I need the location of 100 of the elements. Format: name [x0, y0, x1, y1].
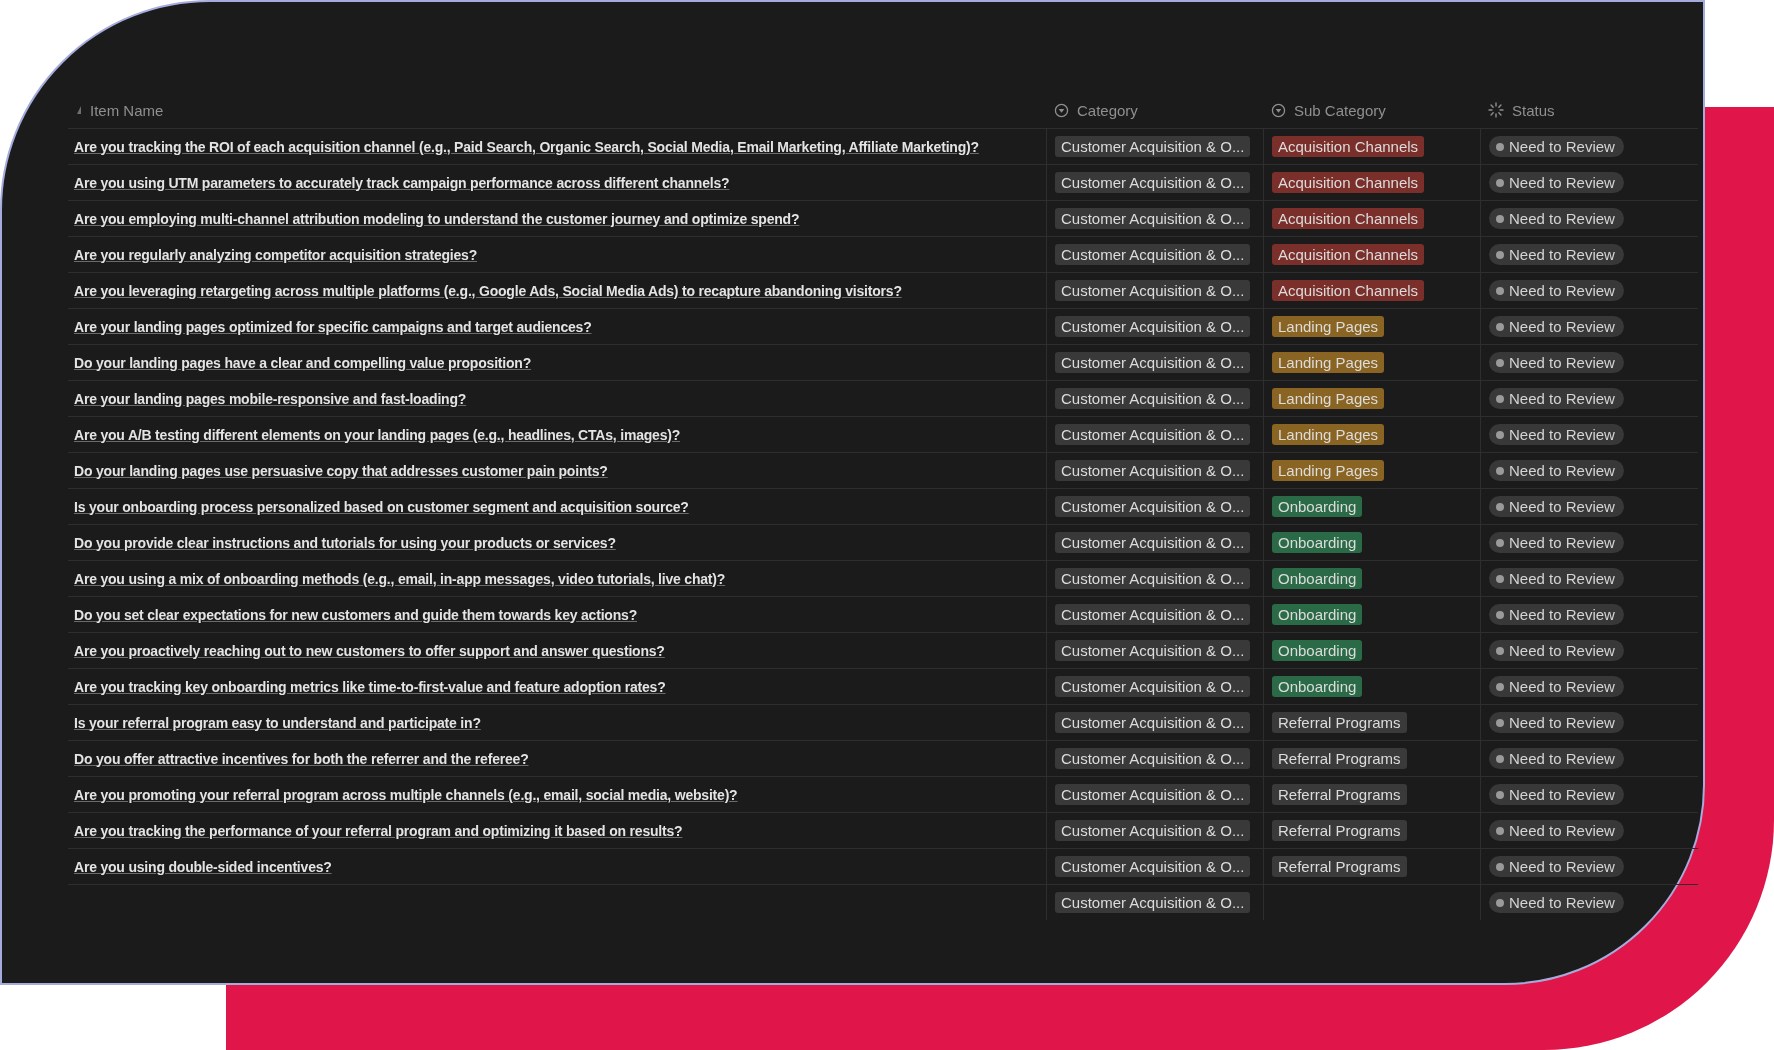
status-dot-icon: [1496, 502, 1504, 511]
status-tag: Need to Review: [1489, 496, 1624, 517]
column-header[interactable]: Sub Category: [1294, 101, 1386, 119]
column-header[interactable]: Status: [1512, 101, 1555, 119]
item-name-link[interactable]: Is your referral program easy to understand and participate in?: [74, 714, 481, 731]
category-tag: Customer Acquisition & O...: [1055, 280, 1251, 301]
category-tag: Customer Acquisition & O...: [1055, 388, 1251, 409]
sub-category-tag: Onboarding: [1272, 640, 1363, 661]
item-name-link[interactable]: Are you using a mix of onboarding methods (e.g., email, in-app messages, video tutorials, live chat)?: [74, 570, 726, 587]
status-dot-icon: [1496, 790, 1504, 799]
loading-icon: [1488, 102, 1504, 118]
status-dot-icon: [1496, 538, 1504, 547]
item-name-link[interactable]: Are you leveraging retargeting across multiple platforms (e.g., Google Ads, Social Media Ads) to recapture abandoning visitors?: [74, 282, 902, 299]
item-name-link[interactable]: Are you promoting your referral program across multiple channels (e.g., email, social media, website)?: [74, 786, 738, 803]
sub-category-tag: Landing Pages: [1272, 460, 1385, 481]
dropdown-icon: [1054, 102, 1069, 118]
status-tag: Need to Review: [1489, 388, 1624, 409]
status-dot-icon: [1496, 214, 1504, 223]
category-tag: Customer Acquisition & O...: [1055, 208, 1251, 229]
status-dot-icon: [1496, 754, 1504, 763]
status-tag: Need to Review: [1489, 640, 1624, 661]
sub-category-tag: Referral Programs: [1272, 748, 1407, 769]
item-name-link[interactable]: Are you tracking the performance of your referral program and optimizing it based on results?: [74, 822, 683, 839]
category-tag: Customer Acquisition & O...: [1055, 424, 1251, 445]
item-name-link[interactable]: Are you employing multi-channel attribution modeling to understand the customer journey and optimize spend?: [74, 210, 800, 227]
status-dot-icon: [1496, 646, 1504, 655]
status-dot-icon: [1496, 250, 1504, 259]
status-dot-icon: [1496, 142, 1504, 151]
item-name-link[interactable]: Do your landing pages have a clear and compelling value proposition?: [74, 354, 532, 371]
item-name-link[interactable]: Are you using double-sided incentives?: [74, 858, 332, 875]
item-name-link[interactable]: Are you regularly analyzing competitor acquisition strategies?: [74, 246, 478, 263]
status-tag: Need to Review: [1489, 568, 1624, 589]
category-tag: Customer Acquisition & O...: [1055, 640, 1251, 661]
sub-category-tag: Onboarding: [1272, 532, 1363, 553]
status-tag: Need to Review: [1489, 820, 1624, 841]
sub-category-tag: Acquisition Channels: [1272, 244, 1425, 265]
category-tag: Customer Acquisition & O...: [1055, 784, 1251, 805]
item-name-link[interactable]: Are you using UTM parameters to accurately track campaign performance across different channels?: [74, 174, 730, 191]
status-tag: Need to Review: [1489, 352, 1624, 373]
sub-category-tag: Referral Programs: [1272, 856, 1407, 877]
status-tag: Need to Review: [1489, 856, 1624, 877]
category-tag: Customer Acquisition & O...: [1055, 604, 1251, 625]
category-tag: Customer Acquisition & O...: [1055, 460, 1251, 481]
category-tag: Customer Acquisition & O...: [1055, 352, 1251, 373]
status-tag: Need to Review: [1489, 676, 1624, 697]
item-name-link[interactable]: Do your landing pages use persuasive copy that addresses customer pain points?: [74, 462, 608, 479]
item-name-link[interactable]: Are you tracking key onboarding metrics like time-to-first-value and feature adoption rates?: [74, 678, 666, 695]
status-dot-icon: [1496, 898, 1504, 907]
status-tag: Need to Review: [1489, 316, 1624, 337]
sub-category-tag: Onboarding: [1272, 568, 1363, 589]
item-name-link[interactable]: Is your onboarding process personalized based on customer segment and acquisition source?: [74, 498, 689, 515]
category-tag: Customer Acquisition & O...: [1055, 496, 1251, 517]
sub-category-tag: Landing Pages: [1272, 352, 1385, 373]
status-dot-icon: [1496, 286, 1504, 295]
category-tag: Customer Acquisition & O...: [1055, 712, 1251, 733]
sub-category-tag: Acquisition Channels: [1272, 280, 1425, 301]
item-name-link[interactable]: Are you proactively reaching out to new customers to offer support and answer questions?: [74, 642, 665, 659]
item-name-link[interactable]: Are you tracking the ROI of each acquisition channel (e.g., Paid Search, Organic Search, Social Media, Email Marketing, Affiliate Marketing)?: [74, 138, 979, 155]
status-tag: Need to Review: [1489, 748, 1624, 769]
category-tag: Customer Acquisition & O...: [1055, 568, 1251, 589]
status-tag: Need to Review: [1489, 244, 1624, 265]
sub-category-tag: Onboarding: [1272, 496, 1363, 517]
item-name-link[interactable]: Do you provide clear instructions and tutorials for using your products or services?: [74, 534, 616, 551]
category-tag: Customer Acquisition & O...: [1055, 748, 1251, 769]
status-dot-icon: [1496, 358, 1504, 367]
item-name-link[interactable]: Are you A/B testing different elements on your landing pages (e.g., headlines, CTAs, images)?: [74, 426, 681, 443]
status-tag: Need to Review: [1489, 712, 1624, 733]
status-dot-icon: [1496, 610, 1504, 619]
sub-category-tag: Acquisition Channels: [1272, 172, 1425, 193]
column-header[interactable]: Category: [1077, 101, 1138, 119]
sub-category-tag: Acquisition Channels: [1272, 136, 1425, 157]
status-tag: Need to Review: [1489, 208, 1624, 229]
sub-category-tag: Acquisition Channels: [1272, 208, 1425, 229]
status-tag: Need to Review: [1489, 532, 1624, 553]
category-tag: Customer Acquisition & O...: [1055, 316, 1251, 337]
item-name-link[interactable]: Do you set clear expectations for new customers and guide them towards key actions?: [74, 606, 637, 623]
category-tag: Customer Acquisition & O...: [1055, 892, 1251, 913]
status-dot-icon: [1496, 862, 1504, 871]
status-dot-icon: [1496, 826, 1504, 835]
category-tag: Customer Acquisition & O...: [1055, 820, 1251, 841]
item-name-link[interactable]: Do you offer attractive incentives for both the referrer and the referee?: [74, 750, 529, 767]
sub-category-tag: Referral Programs: [1272, 784, 1407, 805]
sub-category-tag: Onboarding: [1272, 676, 1363, 697]
item-name-link[interactable]: Are your landing pages optimized for specific campaigns and target audiences?: [74, 318, 592, 335]
column-header[interactable]: Item Name: [90, 101, 164, 119]
status-tag: Need to Review: [1489, 136, 1624, 157]
category-tag: Customer Acquisition & O...: [1055, 856, 1251, 877]
status-dot-icon: [1496, 430, 1504, 439]
status-dot-icon: [1496, 682, 1504, 691]
status-dot-icon: [1496, 322, 1504, 331]
status-dot-icon: [1496, 178, 1504, 187]
sub-category-tag: Landing Pages: [1272, 388, 1385, 409]
status-dot-icon: [1496, 718, 1504, 727]
category-tag: Customer Acquisition & O...: [1055, 676, 1251, 697]
category-tag: Customer Acquisition & O...: [1055, 172, 1251, 193]
sub-category-tag: Landing Pages: [1272, 316, 1385, 337]
status-tag: Need to Review: [1489, 604, 1624, 625]
category-tag: Customer Acquisition & O...: [1055, 532, 1251, 553]
sub-category-tag: Referral Programs: [1272, 712, 1407, 733]
item-name-link[interactable]: Are your landing pages mobile-responsive and fast-loading?: [74, 390, 467, 407]
